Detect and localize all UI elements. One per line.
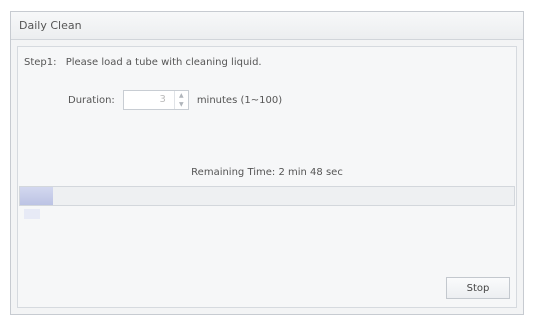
dialog-content: Step1: Please load a tube with cleaning … — [17, 46, 517, 308]
duration-row: Duration: 3 ▲ ▼ minutes (1~100) — [68, 90, 288, 110]
progress-fill — [20, 187, 53, 205]
dialog-title: Daily Clean — [19, 19, 82, 32]
title-bar: Daily Clean — [11, 12, 523, 40]
duration-stepper[interactable]: 3 ▲ ▼ — [122, 90, 189, 110]
duration-unit-text: minutes (1~100) — [196, 94, 283, 106]
stop-button[interactable]: Stop — [446, 277, 510, 299]
progress-bar — [19, 186, 515, 206]
chevron-down-icon[interactable]: ▼ — [175, 100, 188, 109]
remaining-time-text: Remaining Time: 2 min 48 sec — [191, 167, 343, 178]
step-instruction: Please load a tube with cleaning liquid. — [65, 57, 262, 68]
daily-clean-dialog: Daily Clean Step1: Please load a tube wi… — [10, 11, 524, 315]
duration-label: Duration: — [68, 94, 115, 106]
stepper-buttons: ▲ ▼ — [173, 91, 188, 109]
progress-shadow — [24, 209, 40, 219]
duration-value[interactable]: 3 — [159, 94, 165, 105]
step-row: Step1: Please load a tube with cleaning … — [24, 57, 262, 68]
chevron-up-icon[interactable]: ▲ — [175, 91, 188, 100]
step-label: Step1: — [24, 57, 57, 68]
